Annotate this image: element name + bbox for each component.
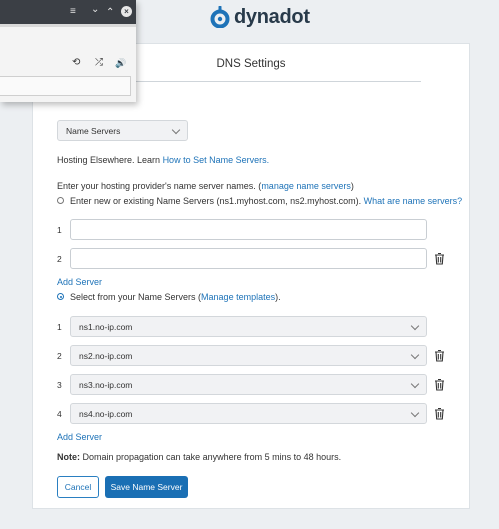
server-select-2[interactable]: ns2.no-ip.com bbox=[70, 345, 427, 366]
enter-names-label: Enter your hosting provider's name serve… bbox=[57, 181, 262, 191]
row-number: 2 bbox=[57, 351, 62, 361]
name-server-input-1[interactable] bbox=[70, 219, 427, 240]
media-progress-area[interactable] bbox=[0, 76, 131, 96]
radio-select-servers[interactable] bbox=[57, 293, 64, 300]
menu-icon[interactable]: ≡ bbox=[70, 6, 76, 18]
trash-icon[interactable] bbox=[434, 407, 445, 420]
chevron-down-icon bbox=[410, 379, 420, 388]
media-player-window: ≡ ⌄ ⌃ × ⟲ ⤮ 🔊 bbox=[0, 0, 136, 102]
manage-templates-link[interactable]: Manage templates bbox=[201, 292, 275, 302]
media-titlebar[interactable]: ≡ ⌄ ⌃ × bbox=[0, 0, 136, 24]
brand-name: dynadot bbox=[234, 6, 310, 28]
trash-icon[interactable] bbox=[434, 378, 445, 391]
shuffle-icon[interactable]: ⤮ bbox=[95, 57, 103, 69]
option-new-text: Enter new or existing Name Servers (ns1.… bbox=[70, 196, 462, 206]
option-new-label: Enter new or existing Name Servers (ns1.… bbox=[70, 196, 364, 206]
trash-icon[interactable] bbox=[434, 349, 445, 362]
option-select-label: Select from your Name Servers ( bbox=[70, 292, 202, 302]
row-number: 2 bbox=[57, 254, 62, 264]
server-select-value: ns2.no-ip.com bbox=[79, 350, 133, 361]
what-are-name-servers-link[interactable]: What are name servers? bbox=[364, 196, 463, 206]
row-number: 1 bbox=[57, 225, 62, 235]
row-number: 4 bbox=[57, 409, 62, 419]
preset-select[interactable]: Name Servers bbox=[57, 120, 188, 141]
row-number: 1 bbox=[57, 322, 62, 332]
option-select-text: Select from your Name Servers (Manage te… bbox=[70, 292, 281, 302]
dynadot-logo-icon bbox=[210, 6, 230, 28]
server-select-value: ns3.no-ip.com bbox=[79, 379, 133, 390]
radio-new-servers[interactable] bbox=[57, 197, 64, 204]
chevron-down-icon bbox=[171, 125, 181, 134]
dynadot-logo[interactable]: dynadot bbox=[210, 5, 310, 29]
cancel-button[interactable]: Cancel bbox=[57, 476, 99, 498]
option-select-tail: ). bbox=[275, 292, 281, 302]
hosting-text: Hosting Elsewhere. Learn How to Set Name… bbox=[57, 155, 269, 165]
server-select-3[interactable]: ns3.no-ip.com bbox=[70, 374, 427, 395]
add-server-link[interactable]: Add Server bbox=[57, 277, 102, 287]
close-icon[interactable]: × bbox=[121, 6, 132, 17]
note-text: Domain propagation can take anywhere fro… bbox=[80, 452, 342, 462]
server-select-1[interactable]: ns1.no-ip.com bbox=[70, 316, 427, 337]
note-label: Note: bbox=[57, 452, 80, 462]
enter-names-tail: ) bbox=[350, 181, 354, 191]
enter-names-text: Enter your hosting provider's name serve… bbox=[57, 181, 354, 191]
repeat-icon[interactable]: ⟲ bbox=[72, 57, 80, 69]
propagation-note: Note: Domain propagation can take anywhe… bbox=[57, 452, 341, 462]
server-select-value: ns4.no-ip.com bbox=[79, 408, 133, 419]
hosting-label: Hosting Elsewhere. Learn bbox=[57, 155, 163, 165]
how-to-set-link[interactable]: How to Set Name Servers. bbox=[163, 155, 270, 165]
minimize-icon[interactable]: ⌄ bbox=[91, 4, 99, 16]
row-number: 3 bbox=[57, 380, 62, 390]
chevron-down-icon bbox=[410, 321, 420, 330]
volume-icon[interactable]: 🔊 bbox=[115, 57, 126, 69]
server-select-4[interactable]: ns4.no-ip.com bbox=[70, 403, 427, 424]
manage-name-servers-link[interactable]: manage name servers bbox=[261, 181, 351, 191]
trash-icon[interactable] bbox=[434, 252, 445, 265]
maximize-icon[interactable]: ⌃ bbox=[106, 7, 114, 19]
chevron-down-icon bbox=[410, 408, 420, 417]
save-name-server-button[interactable]: Save Name Server bbox=[105, 476, 188, 498]
name-server-input-2[interactable] bbox=[70, 248, 427, 269]
chevron-down-icon bbox=[410, 350, 420, 359]
preset-select-value: Name Servers bbox=[66, 125, 121, 136]
add-server-link[interactable]: Add Server bbox=[57, 432, 102, 442]
server-select-value: ns1.no-ip.com bbox=[79, 321, 133, 332]
